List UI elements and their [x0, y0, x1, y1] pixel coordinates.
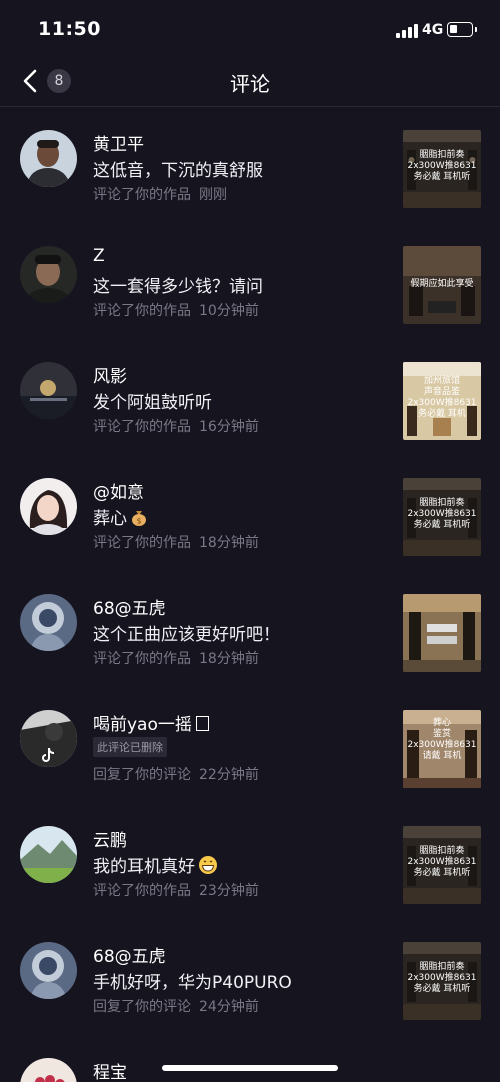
network-label: 4G — [422, 22, 444, 38]
avatar[interactable] — [20, 942, 77, 999]
timestamp: 23分钟前 — [199, 883, 259, 899]
money-bag-icon: $ — [130, 508, 148, 531]
timestamp: 18分钟前 — [199, 651, 259, 667]
commenter-name[interactable]: 喝前yao一摇 — [93, 710, 209, 735]
timestamp: 刚刚 — [199, 187, 227, 203]
comment-meta: 评论了你的作品 刚刚 — [93, 184, 227, 204]
thumbnail-caption: 葬心 鉴赏 2x300W推8631 请戴 耳机 — [407, 718, 477, 761]
commenter-name[interactable]: 云鹏 — [93, 826, 127, 851]
action-label: 评论了你的作品 — [93, 535, 191, 551]
commenter-name[interactable]: 黄卫平 — [93, 130, 144, 155]
action-label: 评论了你的作品 — [93, 419, 191, 435]
avatar[interactable] — [20, 362, 77, 419]
video-thumbnail[interactable]: 胭脂扣前奏 2x300W推8631 务必戴 耳机听 — [403, 130, 481, 208]
comment-text: 这个正曲应该更好听吧！ — [93, 625, 280, 645]
thumbnail-caption: 假期应如此享受 — [410, 279, 474, 289]
battery-icon — [447, 22, 477, 37]
svg-text:$: $ — [136, 516, 141, 525]
action-label: 评论了你的作品 — [93, 883, 191, 899]
thumbnail-caption: 胭脂扣前奏 2x300W推8631 务必戴 耳机听 — [407, 846, 477, 878]
avatar[interactable] — [20, 478, 77, 535]
timestamp: 18分钟前 — [199, 535, 259, 551]
thumbnail-caption: 胭脂扣前奏 2x300W推8631 务必戴 耳机听 — [407, 962, 477, 994]
thumbnail-caption: 胭脂扣前奏 2x300W推8631 务必戴 耳机听 — [407, 150, 477, 182]
list-item[interactable]: Z 这一套得多少钱？请问 评论了你的作品 10分钟前 假期应如此享受 — [0, 232, 500, 348]
video-thumbnail[interactable]: 假期应如此享受 — [403, 246, 481, 324]
avatar[interactable] — [20, 710, 77, 767]
comment-meta: 回复了你的评论 24分钟前 — [93, 996, 259, 1016]
list-item[interactable]: @如意 葬心 $ 评论了你的作品 18分钟前 胭脂扣前奏 2x300W推8631 务必戴… — [0, 464, 500, 580]
home-indicator[interactable] — [162, 1065, 338, 1071]
timestamp: 16分钟前 — [199, 419, 259, 435]
commenter-name[interactable]: Z — [93, 246, 105, 266]
status-bar: 11:50 4G — [0, 0, 500, 60]
deleted-badge: 此评论已删除 — [93, 737, 167, 757]
page-title: 评论 — [230, 72, 270, 96]
list-item[interactable]: 程宝 — [0, 1044, 500, 1082]
list-item[interactable]: 68@五虎 手机好呀，华为P40PURO 回复了你的评论 24分钟前 胭脂扣前奏 2… — [0, 928, 500, 1044]
comment-meta: 评论了你的作品 18分钟前 — [93, 648, 259, 668]
avatar[interactable] — [20, 594, 77, 651]
avatar[interactable] — [20, 246, 77, 303]
commenter-name[interactable]: 68@五虎 — [93, 942, 166, 967]
grin-icon — [198, 855, 218, 880]
action-label: 回复了你的评论 — [93, 999, 191, 1015]
status-time: 11:50 — [38, 18, 101, 40]
action-label: 回复了你的评论 — [93, 767, 191, 783]
commenter-name-label: 喝前yao一摇 — [93, 715, 192, 735]
avatar[interactable] — [20, 1058, 77, 1082]
thumbnail-caption: 胭脂扣前奏 2x300W推8631 务必戴 耳机听 — [407, 498, 477, 530]
comment-text: 这低音，下沉的真舒服 — [93, 161, 263, 181]
comment-text-label: 葬心 — [93, 509, 127, 529]
list-item[interactable]: 喝前yao一摇 此评论已删除 回复了你的评论 22分钟前 葬心 鉴赏 2x300W推8… — [0, 696, 500, 812]
list-item[interactable]: 68@五虎 这个正曲应该更好听吧！ 评论了你的作品 18分钟前 — [0, 580, 500, 696]
comment-text: 我的耳机真好 — [93, 852, 218, 880]
comment-text: 发个阿姐鼓听听 — [93, 393, 212, 413]
comment-text-label: 我的耳机真好 — [93, 857, 195, 877]
comment-text: 葬心 $ — [93, 504, 148, 531]
comment-text: 手机好呀，华为P40PURO — [93, 973, 292, 993]
list-item[interactable]: 黄卫平 这低音，下沉的真舒服 评论了你的作品 刚刚 胭脂扣前奏 2x300W推863… — [0, 116, 500, 232]
timestamp: 24分钟前 — [199, 999, 259, 1015]
comment-text: 这一套得多少钱？请问 — [93, 277, 263, 297]
avatar[interactable] — [20, 130, 77, 187]
action-label: 评论了你的作品 — [93, 303, 191, 319]
action-label: 评论了你的作品 — [93, 187, 191, 203]
tiktok-icon — [42, 748, 54, 762]
thumbnail-caption: 加州旅馆 声音品鉴 2x300W推8631 务必戴 耳机 — [407, 376, 477, 419]
video-thumbnail[interactable]: 葬心 鉴赏 2x300W推8631 请戴 耳机 — [403, 710, 481, 788]
commenter-name[interactable]: 风影 — [93, 362, 127, 387]
comment-meta: 评论了你的作品 18分钟前 — [93, 532, 259, 552]
video-thumbnail[interactable] — [403, 594, 481, 672]
nav-bar: 8 评论 — [0, 60, 500, 107]
action-label: 评论了你的作品 — [93, 651, 191, 667]
timestamp: 10分钟前 — [199, 303, 259, 319]
video-thumbnail[interactable]: 胭脂扣前奏 2x300W推8631 务必戴 耳机听 — [403, 942, 481, 1020]
square-icon — [195, 716, 209, 731]
commenter-name[interactable]: @如意 — [93, 478, 144, 503]
comment-meta: 评论了你的作品 23分钟前 — [93, 880, 259, 900]
video-thumbnail[interactable]: 加州旅馆 声音品鉴 2x300W推8631 务必戴 耳机 — [403, 362, 481, 440]
timestamp: 22分钟前 — [199, 767, 259, 783]
commenter-name[interactable]: 程宝 — [93, 1058, 127, 1082]
comment-meta: 评论了你的作品 16分钟前 — [93, 416, 259, 436]
commenter-name[interactable]: 68@五虎 — [93, 594, 166, 619]
comment-meta: 评论了你的作品 10分钟前 — [93, 300, 259, 320]
video-thumbnail[interactable]: 胭脂扣前奏 2x300W推8631 务必戴 耳机听 — [403, 478, 481, 556]
list-item[interactable]: 云鹏 我的耳机真好 评论了你的作品 23分钟前 胭脂扣前奏 2x300W推8631 务… — [0, 812, 500, 928]
list-item[interactable]: 风影 发个阿姐鼓听听 评论了你的作品 16分钟前 加州旅馆 声音品鉴 2x300W推8… — [0, 348, 500, 464]
video-thumbnail[interactable]: 胭脂扣前奏 2x300W推8631 务必戴 耳机听 — [403, 826, 481, 904]
comment-meta: 回复了你的评论 22分钟前 — [93, 764, 259, 784]
signal-icon — [396, 24, 418, 38]
avatar[interactable] — [20, 826, 77, 883]
